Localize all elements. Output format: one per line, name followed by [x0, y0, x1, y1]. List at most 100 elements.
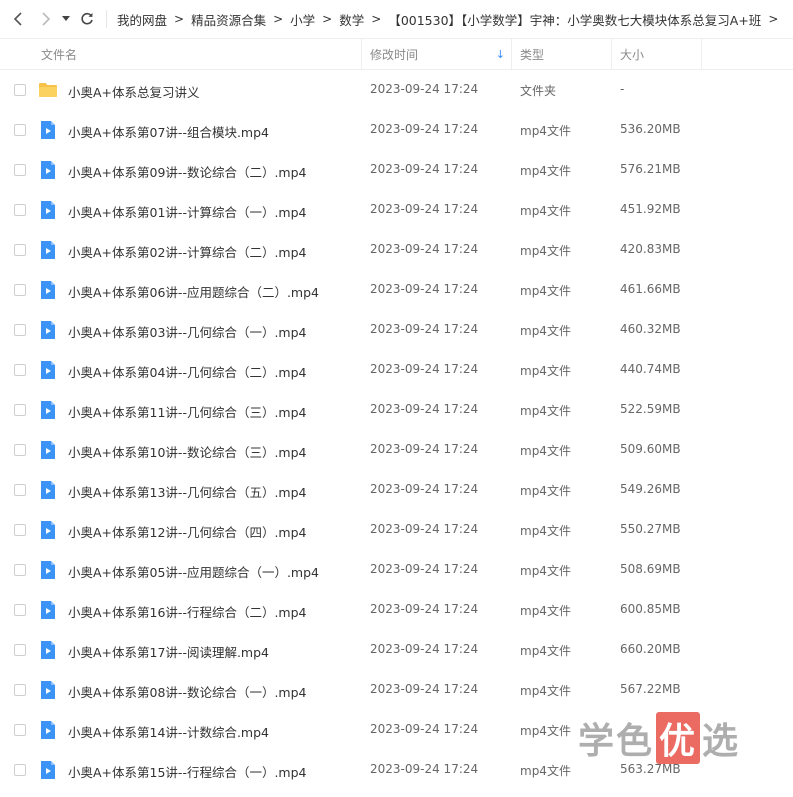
row-checkbox[interactable]	[14, 404, 26, 416]
row-checkbox[interactable]	[14, 444, 26, 456]
row-checkbox[interactable]	[14, 244, 26, 256]
breadcrumb-item[interactable]: 精品资源合集	[191, 10, 266, 29]
video-file-icon	[38, 720, 58, 740]
video-file-icon	[38, 480, 58, 500]
file-size: 549.26MB	[620, 482, 681, 496]
refresh-button[interactable]	[74, 0, 100, 38]
file-name[interactable]: 小奥A+体系第02讲--计算综合（二）.mp4	[68, 242, 307, 261]
file-type: mp4文件	[520, 124, 571, 138]
folder-icon	[38, 80, 58, 100]
file-name[interactable]: 小奥A+体系第16讲--行程综合（二）.mp4	[68, 602, 307, 621]
file-row[interactable]: 小奥A+体系第16讲--行程综合（二）.mp4 2023-09-24 17:24 m…	[0, 590, 793, 630]
row-checkbox[interactable]	[14, 84, 26, 96]
file-name[interactable]: 小奥A+体系第05讲--应用题综合（一）.mp4	[68, 562, 319, 581]
file-row[interactable]: 小奥A+体系第03讲--几何综合（一）.mp4 2023-09-24 17:24 m…	[0, 310, 793, 350]
file-type: mp4文件	[520, 444, 571, 458]
row-checkbox[interactable]	[14, 724, 26, 736]
file-row[interactable]: 小奥A+体系第01讲--计算综合（一）.mp4 2023-09-24 17:24 m…	[0, 190, 793, 230]
file-row[interactable]: 小奥A+体系第13讲--几何综合（五）.mp4 2023-09-24 17:24 m…	[0, 470, 793, 510]
file-name[interactable]: 小奥A+体系第17讲--阅读理解.mp4	[68, 642, 269, 661]
row-checkbox[interactable]	[14, 604, 26, 616]
file-list-header: 文件名 修改时间 ↓ 类型 大小	[0, 38, 793, 70]
back-button[interactable]	[6, 0, 32, 38]
file-row[interactable]: 小奥A+体系第06讲--应用题综合（二）.mp4 2023-09-24 17:24…	[0, 270, 793, 310]
row-checkbox[interactable]	[14, 324, 26, 336]
file-type: mp4文件	[520, 484, 571, 498]
file-row[interactable]: 小奥A+体系第04讲--几何综合（二）.mp4 2023-09-24 17:24 m…	[0, 350, 793, 390]
file-name[interactable]: 小奥A+体系第03讲--几何综合（一）.mp4	[68, 322, 307, 341]
breadcrumb-item[interactable]: 小学	[290, 10, 315, 29]
row-checkbox[interactable]	[14, 484, 26, 496]
file-modified-time: 2023-09-24 17:24	[370, 762, 479, 776]
file-row[interactable]: 小奥A+体系第08讲--数论综合（一）.mp4 2023-09-24 17:24 m…	[0, 670, 793, 710]
row-checkbox[interactable]	[14, 364, 26, 376]
video-file-icon	[38, 240, 58, 260]
breadcrumb-item[interactable]: 数学	[339, 10, 364, 29]
file-modified-time: 2023-09-24 17:24	[370, 642, 479, 656]
file-name[interactable]: 小奥A+体系第09讲--数论综合（二）.mp4	[68, 162, 307, 181]
file-name[interactable]: 小奥A+体系第13讲--几何综合（五）.mp4	[68, 482, 307, 501]
file-type: mp4文件	[520, 324, 571, 338]
history-dropdown-button[interactable]	[58, 0, 74, 38]
file-name[interactable]: 小奥A+体系第01讲--计算综合（一）.mp4	[68, 202, 307, 221]
file-name[interactable]: 小奥A+体系第06讲--应用题综合（二）.mp4	[68, 282, 319, 301]
file-size: 567.22MB	[620, 682, 681, 696]
column-header-name[interactable]: 文件名	[0, 39, 362, 69]
column-header-size[interactable]: 大小	[612, 39, 702, 69]
file-modified-time: 2023-09-24 17:24	[370, 562, 479, 576]
file-row[interactable]: 小奥A+体系第02讲--计算综合（二）.mp4 2023-09-24 17:24 m…	[0, 230, 793, 270]
file-name[interactable]: 小奥A+体系第08讲--数论综合（一）.mp4	[68, 682, 307, 701]
breadcrumb-separator: >	[371, 12, 382, 26]
column-header-type[interactable]: 类型	[512, 39, 612, 69]
row-checkbox[interactable]	[14, 644, 26, 656]
row-checkbox[interactable]	[14, 204, 26, 216]
row-checkbox[interactable]	[14, 684, 26, 696]
file-size: 451.92MB	[620, 202, 681, 216]
file-size: 508.69MB	[620, 562, 681, 576]
row-checkbox[interactable]	[14, 564, 26, 576]
file-row[interactable]: 小奥A+体系总复习讲义 2023-09-24 17:24 文件夹 -	[0, 70, 793, 110]
video-file-icon	[38, 680, 58, 700]
file-modified-time: 2023-09-24 17:24	[370, 202, 479, 216]
row-checkbox[interactable]	[14, 764, 26, 776]
file-row[interactable]: 小奥A+体系第11讲--几何综合（三）.mp4 2023-09-24 17:24 m…	[0, 390, 793, 430]
file-name[interactable]: 小奥A+体系第14讲--计数综合.mp4	[68, 722, 269, 741]
file-row[interactable]: 小奥A+体系第05讲--应用题综合（一）.mp4 2023-09-24 17:24…	[0, 550, 793, 590]
file-name[interactable]: 小奥A+体系第15讲--行程综合（一）.mp4	[68, 762, 307, 781]
file-name[interactable]: 小奥A+体系第04讲--几何综合（二）.mp4	[68, 362, 307, 381]
file-row[interactable]: 小奥A+体系第10讲--数论综合（三）.mp4 2023-09-24 17:24 m…	[0, 430, 793, 470]
file-name[interactable]: 小奥A+体系第11讲--几何综合（三）.mp4	[68, 402, 307, 421]
video-file-icon	[38, 640, 58, 660]
row-checkbox[interactable]	[14, 284, 26, 296]
row-checkbox[interactable]	[14, 524, 26, 536]
file-modified-time: 2023-09-24 17:24	[370, 442, 479, 456]
file-row[interactable]: 小奥A+体系第09讲--数论综合（二）.mp4 2023-09-24 17:24 m…	[0, 150, 793, 190]
video-file-icon	[38, 760, 58, 780]
forward-button[interactable]	[32, 0, 58, 38]
file-type: mp4文件	[520, 404, 571, 418]
file-size: 509.60MB	[620, 442, 681, 456]
file-size: 576.21MB	[620, 162, 681, 176]
column-header-modified-time[interactable]: 修改时间 ↓	[362, 39, 512, 69]
file-size: 550.27MB	[620, 522, 681, 536]
breadcrumb-item[interactable]: 我的网盘	[117, 10, 167, 29]
file-type: mp4文件	[520, 644, 571, 658]
file-name[interactable]: 小奥A+体系第12讲--几何综合（四）.mp4	[68, 522, 307, 541]
breadcrumb-item[interactable]: 【001530】【小学数学】宇神：小学奥数七大模块体系总复习A+班	[388, 10, 761, 29]
file-modified-time: 2023-09-24 17:24	[370, 362, 479, 376]
video-file-icon	[38, 520, 58, 540]
file-modified-time: 2023-09-24 17:24	[370, 722, 479, 736]
video-file-icon	[38, 200, 58, 220]
file-row[interactable]: 小奥A+体系第17讲--阅读理解.mp4 2023-09-24 17:24 mp4文…	[0, 630, 793, 670]
row-checkbox[interactable]	[14, 124, 26, 136]
file-name[interactable]: 小奥A+体系第07讲--组合模块.mp4	[68, 122, 269, 141]
row-checkbox[interactable]	[14, 164, 26, 176]
file-name[interactable]: 小奥A+体系第10讲--数论综合（三）.mp4	[68, 442, 307, 461]
toolbar-divider	[106, 10, 107, 28]
file-row[interactable]: 小奥A+体系第07讲--组合模块.mp4 2023-09-24 17:24 mp4文…	[0, 110, 793, 150]
file-size: 420.83MB	[620, 242, 681, 256]
file-row[interactable]: 小奥A+体系第12讲--几何综合（四）.mp4 2023-09-24 17:24 m…	[0, 510, 793, 550]
file-type: mp4文件	[520, 724, 571, 738]
file-name[interactable]: 小奥A+体系总复习讲义	[68, 82, 200, 101]
refresh-icon	[81, 12, 93, 25]
